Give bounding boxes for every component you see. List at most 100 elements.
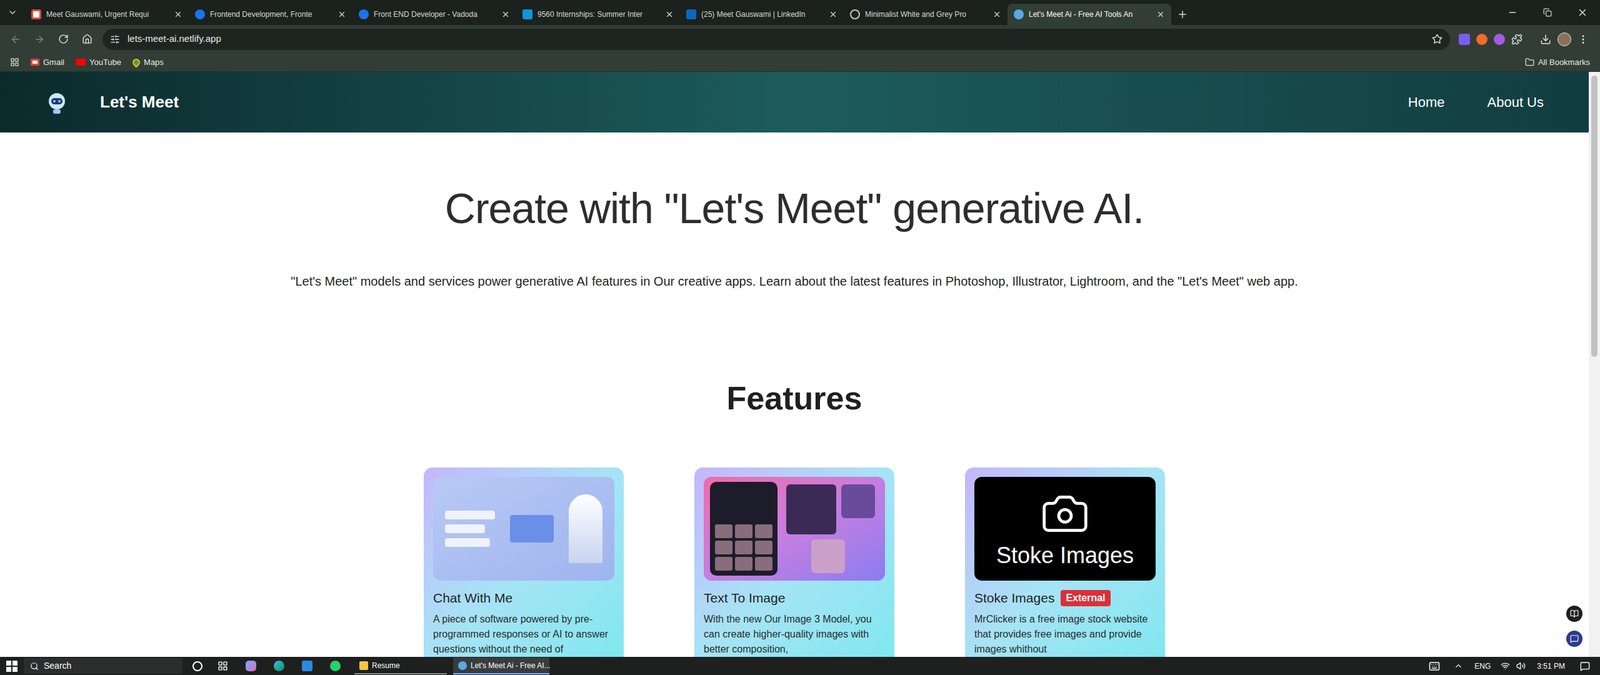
feature-card[interactable]: Text To ImageWith the new Our Image 3 Mo… [694, 467, 895, 657]
restore-icon [1543, 8, 1552, 17]
bookmark[interactable]: YouTube [75, 56, 122, 69]
gmail-icon [31, 9, 42, 20]
chevron-up-icon[interactable] [1453, 661, 1464, 671]
brand-name[interactable]: Let's Meet [100, 90, 179, 115]
star-icon[interactable] [1431, 33, 1443, 45]
language-indicator[interactable]: ENG [1474, 660, 1491, 672]
close-icon[interactable] [665, 10, 674, 19]
close-icon[interactable] [501, 10, 510, 19]
close-icon[interactable] [1156, 10, 1165, 19]
vscode-icon[interactable] [301, 660, 313, 672]
wifi-icon[interactable] [1500, 661, 1510, 671]
scrollbar[interactable] [1588, 71, 1600, 657]
browser-tab[interactable]: 9560 Internships: Summer Inter [516, 3, 680, 25]
tab-strip: Meet Gauswami, Urgent Requi Frontend Deve… [0, 0, 1600, 25]
keyboard-icon[interactable] [1428, 660, 1440, 672]
internshala-icon [195, 9, 205, 20]
feature-card[interactable]: Chat With Me A piece of software powered … [423, 467, 624, 657]
browser-tab[interactable]: Frontend Development, Fronte [188, 3, 353, 25]
globe-icon [850, 9, 860, 20]
text-to-image-illustration [703, 476, 885, 581]
internshala-icon [358, 9, 369, 20]
browser-tab[interactable]: (25) Meet Gauswami | LinkedIn [680, 3, 844, 25]
back-button[interactable] [5, 28, 27, 50]
copilot-icon[interactable] [245, 660, 257, 672]
extension-icon[interactable] [1493, 33, 1505, 45]
browser-tab[interactable]: Let's Meet Ai - Free AI Tools An [1007, 3, 1172, 25]
internshala-icon [522, 9, 533, 20]
profile-avatar[interactable] [1557, 32, 1572, 47]
url-text: lets-meet-ai.netlify.app [127, 31, 1425, 47]
taskbar-app[interactable]: Resume [354, 657, 447, 675]
forward-button[interactable] [28, 28, 50, 50]
robot-icon [1013, 9, 1024, 20]
browser-tab[interactable]: Meet Gauswami, Urgent Requi [25, 3, 189, 25]
start-button[interactable] [6, 660, 18, 672]
close-icon[interactable] [173, 10, 183, 19]
clock[interactable]: 3:51 PM [1536, 660, 1565, 672]
close-icon[interactable] [992, 10, 1002, 19]
cortana-icon[interactable] [192, 661, 203, 672]
search-icon [30, 661, 39, 671]
reload-icon [58, 33, 69, 45]
feature-card[interactable]: Stoke ImagesStoke ImagesExternalMrClicke… [965, 467, 1165, 657]
edge-icon[interactable] [273, 660, 285, 672]
scrollbar-thumb[interactable] [1591, 75, 1598, 357]
chrome-icon [458, 661, 467, 670]
browser-tab[interactable]: Minimalist White and Grey Pro [843, 3, 1008, 25]
plus-icon [1176, 8, 1189, 20]
menu-icon[interactable] [1577, 33, 1589, 45]
reload-button[interactable] [52, 28, 74, 50]
close-icon[interactable] [337, 10, 347, 19]
close-window-button[interactable] [1565, 0, 1600, 25]
assistant-button[interactable] [1566, 630, 1583, 647]
nav-link[interactable]: Home [1408, 91, 1445, 113]
bookmarks-bar: Gmail YouTube Maps All Bookmarks [0, 53, 1600, 72]
extension-icon[interactable] [1458, 33, 1470, 45]
page: Let's Meet Home About Us Create with "Let's… [0, 71, 1589, 657]
folder-icon [359, 661, 369, 670]
all-bookmarks[interactable]: All Bookmarks [1525, 56, 1590, 69]
bookmark[interactable]: Maps [132, 56, 164, 69]
puzzle-icon[interactable] [1511, 33, 1523, 45]
site-header: Let's Meet Home About Us [0, 71, 1589, 133]
whatsapp-icon[interactable] [330, 660, 341, 672]
bookmark[interactable]: Gmail [30, 56, 65, 69]
card-description: A piece of software powered by pre-progr… [433, 611, 615, 657]
taskbar-search[interactable]: Search [23, 658, 183, 674]
taskbar-app[interactable]: Let's Meet Ai - Free AI... [453, 657, 550, 675]
extension-icon[interactable] [1476, 33, 1488, 45]
new-tab-button[interactable] [1171, 3, 1194, 25]
chat-icon [1570, 634, 1579, 644]
nav-link[interactable]: About Us [1487, 91, 1545, 113]
home-button[interactable] [76, 28, 98, 50]
tab-search-button[interactable] [0, 0, 25, 25]
taskbar: Search Resume Let's Meet Ai - Free AI... EN… [0, 656, 1600, 675]
toolbar: lets-meet-ai.netlify.app [0, 25, 1600, 54]
card-title: Text To Image [703, 589, 785, 607]
notifications-icon[interactable] [1580, 661, 1590, 672]
chat-illustration [433, 476, 615, 581]
gmail-icon [30, 58, 40, 66]
task-view-icon[interactable] [217, 660, 229, 672]
browser-tab[interactable]: Front END Developer - Vadoda [352, 3, 517, 25]
address-bar[interactable]: lets-meet-ai.netlify.app [102, 28, 1450, 50]
arrow-right-icon [33, 33, 45, 45]
site-info-icon[interactable] [110, 34, 120, 45]
robot-logo-icon [45, 90, 69, 115]
restore-button[interactable] [1530, 0, 1565, 25]
card-title: Chat With Me [433, 589, 513, 607]
volume-icon[interactable] [1516, 661, 1526, 671]
download-icon[interactable] [1540, 33, 1552, 45]
card-description: MrClicker is a free image stock website … [974, 611, 1156, 657]
tab-label: Front END Developer - Vadoda [373, 8, 497, 20]
close-icon[interactable] [828, 10, 838, 19]
tab-label: 9560 Internships: Summer Inter [537, 8, 660, 20]
chevron-down-icon [7, 7, 18, 18]
tab-label: Frontend Development, Fronte [210, 8, 333, 20]
hero-title: Create with "Let's Meet" generative AI. [0, 132, 1589, 234]
apps-icon[interactable] [10, 57, 20, 67]
stock-illustration: Stoke Images [974, 476, 1156, 581]
minimize-button[interactable] [1495, 0, 1530, 25]
reader-button[interactable] [1566, 605, 1583, 622]
